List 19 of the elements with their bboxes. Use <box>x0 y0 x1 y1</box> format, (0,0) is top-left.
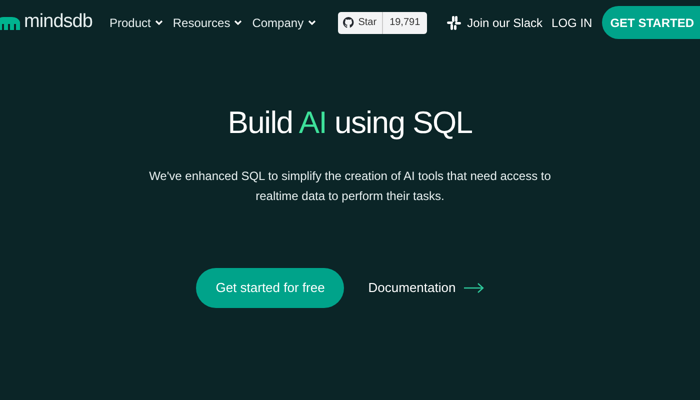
github-icon <box>343 17 354 28</box>
star-label: Star <box>358 16 377 30</box>
hero-headline: Build AI using SQL <box>228 104 472 142</box>
arrow-right-icon <box>464 283 484 293</box>
chevron-down-icon <box>234 20 242 26</box>
documentation-link[interactable]: Documentation <box>368 278 456 298</box>
nav-menu-link[interactable]: Company <box>252 14 316 32</box>
github-star-button[interactable]: Star 19,791 <box>338 12 428 34</box>
hero-subtitle: We've enhanced SQL to simplify the creation of AI tools that need access to realtime data to perform their tasks. <box>148 168 552 205</box>
star-count: 19,791 <box>388 16 422 30</box>
nav-menu-link[interactable]: Resources <box>172 14 242 32</box>
slack-link[interactable]: Join our Slack <box>447 14 543 32</box>
slack-icon <box>447 16 462 30</box>
logo-icon <box>0 16 20 30</box>
logo-wordmark[interactable]: mindsdb <box>24 8 92 37</box>
nav-menu-link[interactable]: Product <box>110 14 163 32</box>
chevron-down-icon <box>154 20 163 26</box>
login-link[interactable]: LOG IN <box>552 14 592 32</box>
chevron-down-icon <box>308 20 316 26</box>
